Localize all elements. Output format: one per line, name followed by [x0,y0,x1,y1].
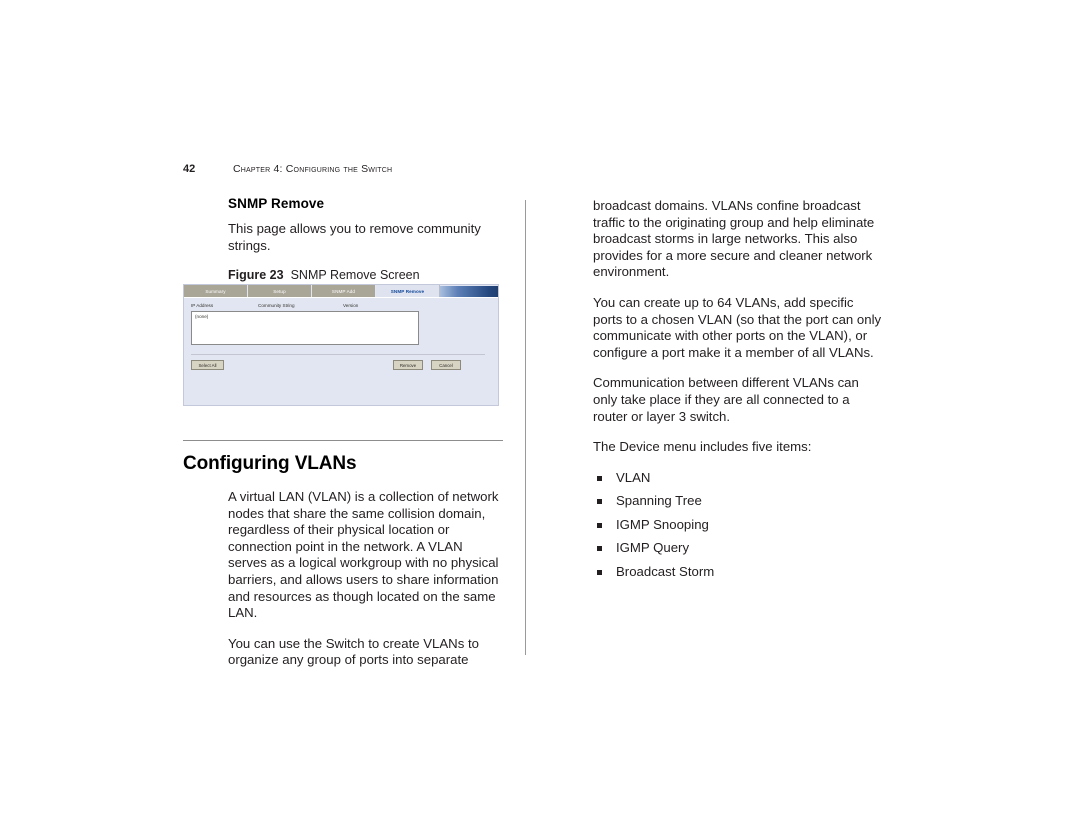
list-item-label: Spanning Tree [616,493,702,509]
cancel-button[interactable]: Cancel [431,360,461,370]
column-header-community-string: Community String [258,303,295,308]
list-item-label: VLAN [616,469,651,485]
figure-label: Figure 23 [228,268,284,283]
page-title: Configuring VLANs [183,453,357,474]
app-tab-strip: Summary Setup SNMP Add SNMP Remove [184,285,498,297]
figure-image-snmp-remove-screen: Summary Setup SNMP Add SNMP Remove IP Ad… [183,284,499,406]
square-bullet-icon [597,569,602,575]
list-item[interactable]: (none) [192,312,418,319]
body-paragraph: Communication between different VLANs ca… [593,375,859,424]
column-header-version: Version [343,303,359,308]
list-item-vlan: VLAN [593,470,883,487]
running-header: 42 Chapter 4: Configuring the Switch [183,163,392,175]
page-number: 42 [183,163,196,175]
square-bullet-icon [597,475,602,481]
body-paragraph: broadcast domains. VLANs confine broadca… [593,198,875,280]
column-divider-rule [525,200,526,655]
table-column-headers: IP Address Community String Version [191,303,421,311]
figure-title: SNMP Remove Screen [290,268,420,283]
left-column-lower: Configuring VLANs A virtual LAN (VLAN) i… [183,440,503,683]
list-item-igmp-query: IGMP Query [593,540,883,557]
list-item-igmp-snooping: IGMP Snooping [593,517,883,534]
tab-strip-filler [440,286,498,297]
body-paragraph: A virtual LAN (VLAN) is a collection of … [228,489,499,621]
tab-setup[interactable]: Setup [248,285,312,297]
list-item-label: IGMP Snooping [616,516,709,532]
list-item-broadcast-storm: Broadcast Storm [593,564,883,581]
square-bullet-icon [597,522,602,528]
chapter-heading-rule [183,440,503,441]
left-column: SNMP Remove This page allows you to remo… [183,196,503,287]
panel-separator [191,354,485,355]
chapter-running-title: Chapter 4: Configuring the Switch [233,163,393,175]
right-column: broadcast domains. VLANs confine broadca… [593,198,883,587]
body-paragraph: The Device menu includes five items: [593,439,812,455]
tab-summary[interactable]: Summary [184,285,248,297]
app-button-bar: Select All Remove Cancel [191,360,485,371]
tab-snmp-add[interactable]: SNMP Add [312,285,376,297]
community-string-list-box[interactable]: (none) [191,311,419,345]
figure-caption: Figure 23 SNMP Remove Screen [228,268,503,282]
remove-button[interactable]: Remove [393,360,423,370]
body-paragraph: You can use the Switch to create VLANs t… [228,635,479,668]
section-heading-snmp-remove: SNMP Remove [228,196,325,211]
list-item-spanning-tree: Spanning Tree [593,493,883,510]
list-item-label: IGMP Query [616,540,690,556]
tab-snmp-remove[interactable]: SNMP Remove [376,285,440,297]
list-item-label: Broadcast Storm [616,563,715,579]
app-content-panel: IP Address Community String Version (non… [184,297,498,405]
section-paragraph: This page allows you to remove community… [228,221,481,253]
square-bullet-icon [597,546,602,552]
device-menu-list: VLAN Spanning Tree IGMP Snooping IGMP Qu… [593,470,883,581]
select-all-button[interactable]: Select All [191,360,224,370]
square-bullet-icon [597,499,602,505]
column-header-ip-address: IP Address [191,303,214,308]
body-paragraph: You can create up to 64 VLANs, add speci… [593,294,882,360]
